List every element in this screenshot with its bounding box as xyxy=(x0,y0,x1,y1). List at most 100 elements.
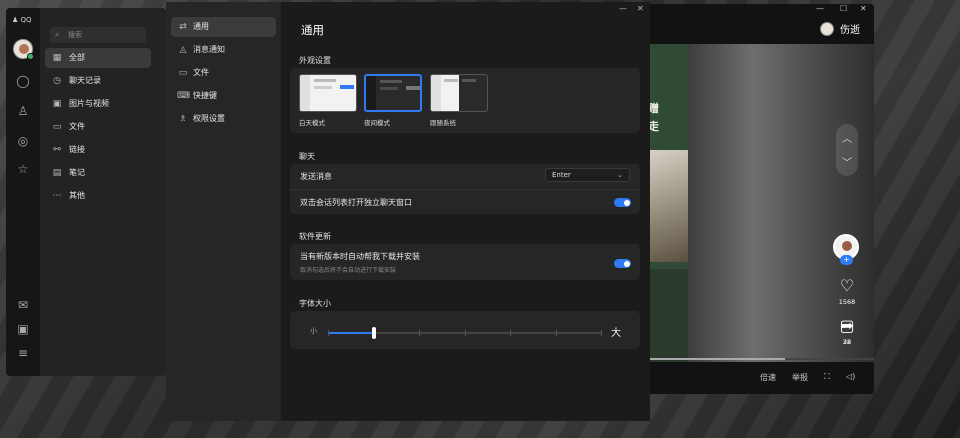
update-section-title: 软件更新 xyxy=(299,232,331,241)
settings-nav-label: 文件 xyxy=(193,68,209,77)
like-icon[interactable]: ♡ xyxy=(833,276,861,295)
category-item[interactable]: ⋯ 其他 xyxy=(45,186,151,206)
settings-nav-item[interactable]: ◬ 消息通知 xyxy=(171,40,276,60)
theme-night-preview[interactable] xyxy=(364,74,422,112)
category-label: 文件 xyxy=(69,122,85,131)
report-button[interactable]: 举报 xyxy=(792,372,808,383)
video-user[interactable]: 伤逝 xyxy=(820,21,860,36)
star-icon[interactable]: ☆ xyxy=(16,162,30,176)
settings-nav-item[interactable]: ⌨ 快捷键 xyxy=(171,86,276,106)
slider-tick xyxy=(601,330,602,336)
category-item[interactable]: ▦ 全部 xyxy=(45,48,151,68)
link-icon: ⚯ xyxy=(53,145,61,155)
font-size-slider-thumb[interactable] xyxy=(371,327,376,339)
slider-tick xyxy=(555,330,557,336)
send-key-select[interactable]: Enter ⌄ xyxy=(545,168,630,182)
mail-icon[interactable]: ✉ xyxy=(16,298,30,312)
bell-icon: ◬ xyxy=(179,45,187,55)
menu-icon[interactable]: ≡ xyxy=(16,346,30,360)
category-item[interactable]: ▤ 笔记 xyxy=(45,163,151,183)
video-frame[interactable]: 赠 走 ︿ ﹀ + ♡ 1568 ▢ 32 xyxy=(640,44,874,362)
minimize-icon[interactable]: — xyxy=(816,4,824,13)
contacts-icon[interactable]: ♙ xyxy=(16,104,30,118)
maximize-icon[interactable]: ☐ xyxy=(840,4,847,13)
category-label: 其他 xyxy=(69,191,85,200)
category-label: 笔记 xyxy=(69,168,85,177)
follow-plus-icon[interactable]: + xyxy=(840,255,853,265)
favorites-icon[interactable]: ▣ xyxy=(16,322,30,336)
folder-icon: ▭ xyxy=(52,122,62,132)
speed-button[interactable]: 倍速 xyxy=(760,372,776,383)
send-message-label: 发送消息 xyxy=(300,172,332,181)
more-icon: ⋯ xyxy=(52,191,62,201)
video-bottom-bar: 倍速 举报 ⛶ ◁) xyxy=(640,368,874,388)
category-item[interactable]: ⚯ 链接 xyxy=(45,140,151,160)
chat-card: 发送消息 Enter ⌄ 双击会话列表打开独立聊天窗口 xyxy=(290,164,640,214)
previous-video-icon[interactable]: ︿ xyxy=(836,130,858,145)
auto-update-sublabel: 取消勾选后将不会自动进行下载安装 xyxy=(300,267,397,274)
chat-icon[interactable]: ◯ xyxy=(16,74,30,88)
sliders-icon: ⇄ xyxy=(179,22,187,32)
settings-nav-label: 消息通知 xyxy=(193,45,225,54)
keyboard-icon: ⌨ xyxy=(177,91,190,101)
category-label: 聊天记录 xyxy=(69,76,101,85)
slider-tick xyxy=(419,330,420,336)
font-section-title: 字体大小 xyxy=(299,299,331,308)
channel-icon[interactable]: ◎ xyxy=(16,134,30,148)
note-icon: ▤ xyxy=(52,168,62,178)
qq-logo: ♟ QQ xyxy=(12,16,32,24)
user-avatar[interactable] xyxy=(13,39,34,60)
category-item[interactable]: ▣ 图片与视频 xyxy=(45,94,151,114)
divider xyxy=(290,189,640,190)
share-icon[interactable]: ➦ xyxy=(833,316,861,335)
video-user-name: 伤逝 xyxy=(840,25,860,36)
video-titlebar: — ☐ ✕ xyxy=(640,4,874,15)
settings-main: — ✕ 通用 外观设置 白天模式 夜间模式 跟随系统 聊天 发送消息 Enter… xyxy=(281,2,650,421)
video-blurred-area xyxy=(688,44,874,362)
qq-main-window: ♟ QQ ◯ ♙ ◎ ☆ ✉ ▣ ≡ ⌕ 搜索 ▦ 全部 ◷ 聊天记录 ▣ 图片与视频 ▭ 文件 ⚯ 链接 ▤ 笔… xyxy=(6,8,166,376)
close-icon[interactable]: ✕ xyxy=(637,4,644,13)
appearance-card: 白天模式 夜间模式 跟随系统 xyxy=(290,68,640,133)
video-progress-bar[interactable] xyxy=(640,358,874,360)
clock-icon: ◷ xyxy=(53,76,61,86)
search-input[interactable]: ⌕ 搜索 xyxy=(50,27,146,43)
video-photo xyxy=(650,150,688,262)
penguin-icon: ♟ xyxy=(12,16,19,24)
font-small-label: 小 xyxy=(310,327,317,335)
category-label: 全部 xyxy=(69,53,85,62)
category-label: 图片与视频 xyxy=(69,99,109,108)
auto-update-label: 当有新版本时自动帮我下载并安装 xyxy=(300,252,420,261)
next-video-icon[interactable]: ﹀ xyxy=(836,154,858,169)
auto-update-toggle[interactable] xyxy=(614,259,631,268)
volume-icon[interactable]: ◁) xyxy=(846,372,855,381)
category-label: 链接 xyxy=(69,145,85,154)
qq-logo-text: QQ xyxy=(20,16,32,24)
category-item[interactable]: ◷ 聊天记录 xyxy=(45,71,151,91)
chat-section-title: 聊天 xyxy=(299,152,315,161)
theme-day-preview[interactable] xyxy=(299,74,357,112)
dblclick-label: 双击会话列表打开独立聊天窗口 xyxy=(300,198,412,207)
close-icon[interactable]: ✕ xyxy=(860,4,867,13)
update-card: 当有新版本时自动帮我下载并安装 取消勾选后将不会自动进行下载安装 xyxy=(290,244,640,280)
theme-night-label: 夜间模式 xyxy=(364,119,390,127)
theme-day-label: 白天模式 xyxy=(299,119,325,127)
settings-nav-item[interactable]: ♗ 权限设置 xyxy=(171,109,276,129)
qq-category-list: ⌕ 搜索 ▦ 全部 ◷ 聊天记录 ▣ 图片与视频 ▭ 文件 ⚯ 链接 ▤ 笔记 ⋯ 其他 xyxy=(40,8,166,376)
slider-tick xyxy=(328,330,329,336)
dblclick-toggle[interactable] xyxy=(614,198,631,207)
video-player-window: — ☐ ✕ 伤逝 赠 走 ︿ ﹀ + ♡ 1568 ▢ 32 ➦ 28 倍速 举… xyxy=(640,4,874,394)
fullscreen-icon[interactable]: ⛶ xyxy=(824,372,830,382)
theme-system-preview[interactable] xyxy=(430,74,488,112)
chevron-down-icon: ⌄ xyxy=(617,171,623,179)
appearance-section-title: 外观设置 xyxy=(299,56,331,65)
search-icon: ⌕ xyxy=(55,30,60,39)
category-item[interactable]: ▭ 文件 xyxy=(45,117,151,137)
settings-nav-item[interactable]: ▭ 文件 xyxy=(171,63,276,83)
theme-system-label: 跟随系统 xyxy=(430,119,456,127)
image-icon: ▣ xyxy=(52,99,62,109)
settings-nav-label: 快捷键 xyxy=(193,91,217,100)
settings-nav-label: 通用 xyxy=(193,22,209,31)
settings-nav-item[interactable]: ⇄ 通用 xyxy=(171,17,276,37)
online-status-dot xyxy=(27,53,34,60)
minimize-icon[interactable]: — xyxy=(619,4,627,13)
